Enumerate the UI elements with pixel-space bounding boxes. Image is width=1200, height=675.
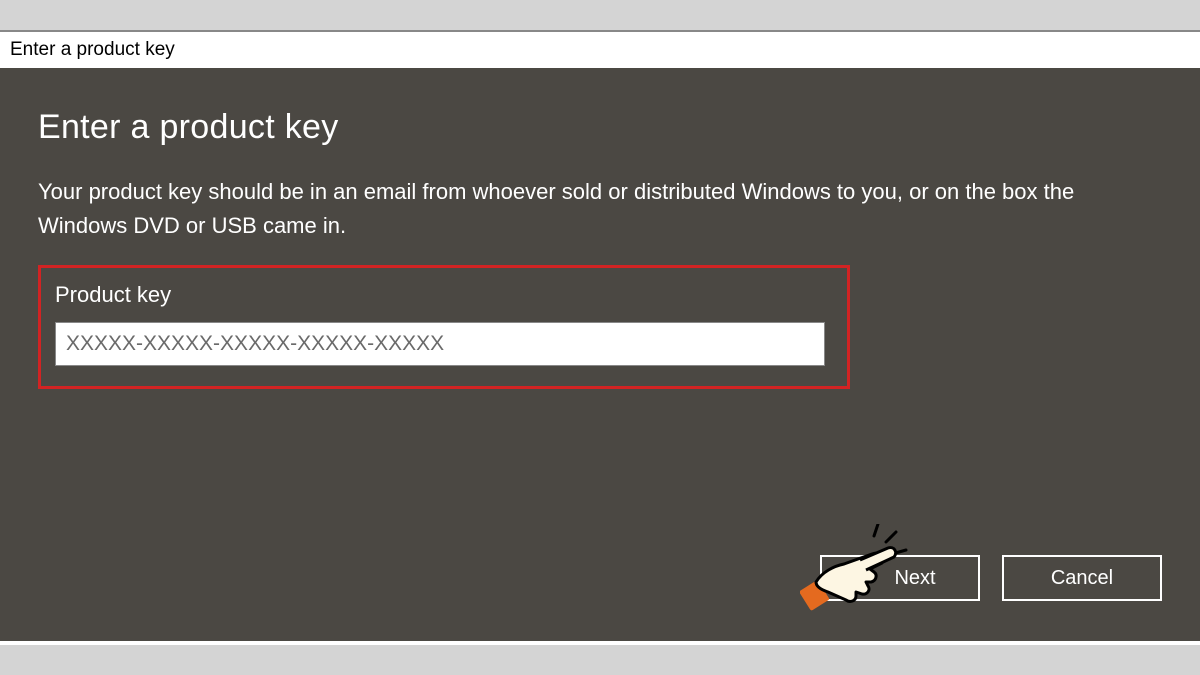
dialog-window: Enter a product key Enter a product key … bbox=[0, 30, 1200, 645]
next-button[interactable]: Next bbox=[820, 555, 980, 601]
window-title: Enter a product key bbox=[0, 32, 1200, 68]
cancel-button[interactable]: Cancel bbox=[1002, 555, 1162, 601]
page-heading: Enter a product key bbox=[38, 108, 1162, 147]
highlight-annotation: Product key bbox=[38, 265, 850, 389]
product-key-input[interactable] bbox=[55, 322, 825, 366]
button-row: Next Cancel bbox=[820, 555, 1162, 601]
dialog-content: Enter a product key Your product key sho… bbox=[0, 68, 1200, 641]
description-text: Your product key should be in an email f… bbox=[38, 175, 1162, 243]
product-key-label: Product key bbox=[55, 282, 833, 308]
